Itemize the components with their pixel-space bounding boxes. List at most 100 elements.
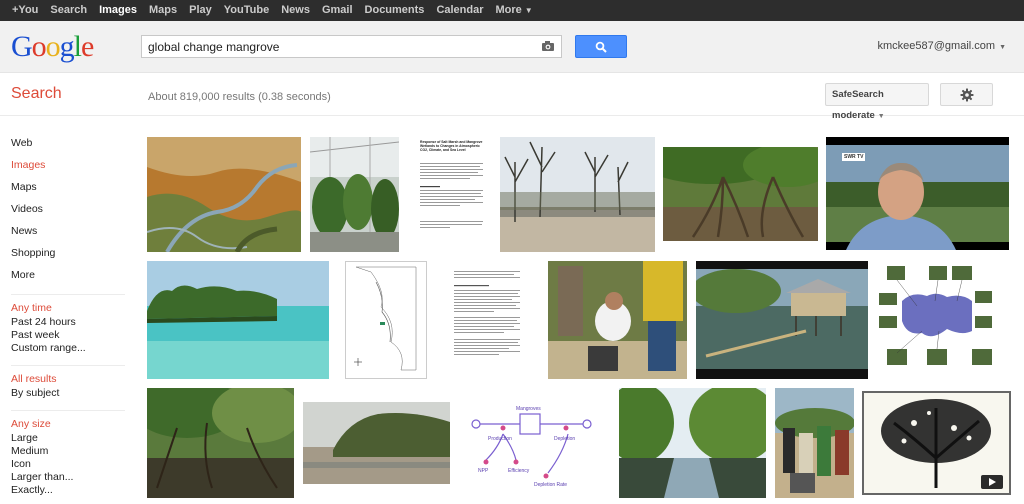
topnav-link-label: +You [12, 4, 39, 16]
topnav-link-you[interactable]: +You [6, 0, 44, 21]
left-sidebar: Web Images Maps Videos News Shopping More Any … [0, 130, 130, 497]
time-filter-option[interactable]: Custom range... [11, 342, 130, 355]
search-button[interactable] [575, 35, 627, 58]
size-filter-option[interactable]: Large [11, 432, 130, 445]
world-map-collage-image [879, 266, 992, 365]
image-result-thumbnail[interactable] [663, 147, 818, 241]
sidebar-item-more[interactable]: More [0, 262, 130, 284]
results-filter-selected[interactable]: All results [11, 372, 130, 387]
topnav-link-label: News [281, 4, 310, 16]
mangrove-roots-image [663, 147, 818, 241]
mangrove-island-sea-image [147, 261, 329, 379]
diagram-label: Production [488, 436, 512, 442]
chevron-down-icon: ▼ [877, 113, 885, 120]
image-result-thumbnail[interactable] [696, 261, 868, 379]
sidebar-item-shopping[interactable]: Shopping [0, 240, 130, 262]
divider [11, 365, 125, 366]
map-diagram-image [354, 266, 417, 371]
header: Google global change mangrove kmckee587@… [0, 21, 1024, 73]
page-title: Search [11, 85, 62, 102]
image-result-thumbnail[interactable] [877, 261, 994, 379]
diagram-label: Depletion Rate [534, 482, 568, 488]
image-result-thumbnail[interactable] [147, 388, 294, 498]
camera-icon[interactable] [541, 40, 555, 52]
image-result-thumbnail[interactable] [619, 388, 766, 498]
image-result-thumbnail[interactable] [147, 137, 301, 252]
size-filter-group: Any size Large Medium Icon Larger than... Ex… [0, 417, 130, 497]
size-filter-option[interactable]: Medium [11, 445, 130, 458]
topnav-link-more[interactable]: More ▼ [490, 0, 539, 21]
sidebar-item-videos[interactable]: Videos [0, 196, 130, 218]
topnav-link-label: Calendar [436, 4, 484, 16]
image-result-thumbnail[interactable]: Mangroves Production Depletion NPP Effic… [458, 388, 610, 498]
topnav-link-youtube[interactable]: YouTube [218, 0, 275, 21]
image-result-thumbnail[interactable] [775, 388, 854, 498]
safesearch-dropdown[interactable]: SafeSearch moderate ▼ [825, 83, 929, 121]
divider [11, 410, 125, 411]
image-result-thumbnail[interactable] [448, 261, 527, 379]
topnav-link-label: Images [99, 4, 138, 16]
image-result-thumbnail[interactable] [147, 261, 329, 379]
image-result-thumbnail[interactable] [548, 261, 687, 379]
video-channel-badge: SWR TV [842, 153, 866, 161]
account-menu[interactable]: kmckee587@gmail.com ▼ [878, 40, 1006, 52]
topnav-link-label: Documents [364, 4, 425, 16]
time-filter-selected[interactable]: Any time [11, 301, 130, 316]
play-icon [989, 478, 996, 486]
divider [11, 294, 125, 295]
topnav-link-play[interactable]: Play [183, 0, 218, 21]
top-nav-links: +You Search Images Maps Play YouTube News Gmail… [0, 0, 1024, 21]
time-filter-option[interactable]: Past week [11, 329, 130, 342]
paper-title: Response of Salt Marsh and Mangrove Wetl… [420, 140, 483, 152]
video-result-thumbnail[interactable]: SWR TV [826, 137, 1009, 250]
topnav-link-label: Search [50, 4, 88, 16]
chevron-down-icon: ▼ [524, 6, 533, 15]
image-result-thumbnail[interactable] [303, 402, 450, 484]
mangrove-forest-water-image [147, 388, 294, 498]
size-filter-option[interactable]: Icon [11, 458, 130, 471]
sidebar-item-maps[interactable]: Maps [0, 174, 130, 196]
results-filter-option[interactable]: By subject [11, 387, 130, 400]
google-logo[interactable]: Google [11, 30, 94, 64]
search-input[interactable]: global change mangrove [141, 35, 562, 58]
topnav-link-gmail[interactable]: Gmail [316, 0, 359, 21]
size-filter-option[interactable]: Exactly... [11, 484, 130, 497]
size-filter-selected[interactable]: Any size [11, 417, 130, 432]
play-button[interactable] [981, 475, 1003, 489]
topnav-link-news[interactable]: News [275, 0, 316, 21]
topnav-link-images[interactable]: Images [93, 0, 143, 21]
topnav-link-calendar[interactable]: Calendar [430, 0, 489, 21]
search-query-text: global change mangrove [148, 40, 280, 54]
size-filter-option[interactable]: Larger than... [11, 471, 130, 484]
image-result-thumbnail[interactable]: Response of Salt Marsh and Mangrove Wetl… [415, 137, 488, 252]
safesearch-label: SafeSearch moderate [832, 89, 884, 121]
group-photo-image [775, 388, 854, 498]
diagram-label: Depletion [554, 436, 576, 442]
field-team-image [548, 261, 687, 379]
video-result-thumbnail[interactable] [862, 391, 1011, 495]
paper-text-lines [420, 163, 483, 228]
topnav-link-label: Maps [149, 4, 178, 16]
gear-icon [960, 88, 973, 101]
topnav-link-search[interactable]: Search [44, 0, 93, 21]
topnav-link-maps[interactable]: Maps [143, 0, 183, 21]
sidebar-item-images[interactable]: Images [0, 152, 130, 174]
dead-mangrove-beach-image [500, 137, 655, 252]
sidebar-item-news[interactable]: News [0, 218, 130, 240]
size-filter-options: Large Medium Icon Larger than... Exactly... [11, 432, 130, 497]
sidebar-item-web[interactable]: Web [0, 130, 130, 152]
settings-button[interactable] [940, 83, 993, 106]
time-filter-option[interactable]: Past 24 hours [11, 316, 130, 329]
results-toolbar: Search About 819,000 results (0.38 secon… [0, 73, 1024, 121]
result-stats: About 819,000 results (0.38 seconds) [148, 91, 331, 103]
topnav-link-label: Play [189, 4, 212, 16]
results-filter-options: By subject [11, 387, 130, 400]
image-result-thumbnail[interactable] [310, 137, 399, 252]
topnav-link-label: Gmail [321, 4, 353, 16]
image-result-thumbnail[interactable] [500, 137, 655, 252]
diagram-label: Efficiency [508, 468, 530, 474]
diagram-label: NPP [478, 468, 489, 474]
document-page-image [454, 271, 520, 355]
image-result-thumbnail[interactable] [345, 261, 427, 379]
topnav-link-documents[interactable]: Documents [359, 0, 431, 21]
